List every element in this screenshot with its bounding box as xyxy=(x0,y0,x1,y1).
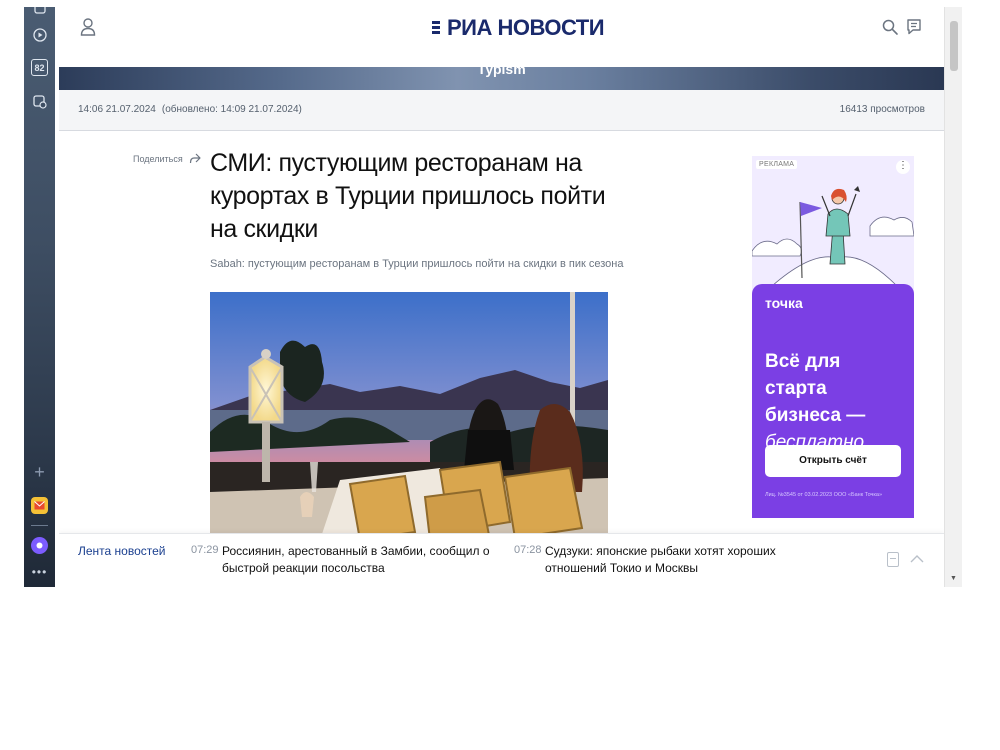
page-scrollbar[interactable]: ▼ xyxy=(944,7,962,587)
logo-text: РИА НОВОСТИ xyxy=(447,15,605,40)
published-time: 14:06 21.07.2024 xyxy=(78,104,156,115)
advertisement[interactable]: РЕКЛАМА ⋮ точка Всё для старта бизнеса —… xyxy=(752,156,914,518)
ticker-item-headline[interactable]: Россиянин, арестованный в Замбии, сообщи… xyxy=(222,543,492,577)
news-feed-link[interactable]: Лента новостей xyxy=(78,544,166,558)
view-count: 16413 просмотров xyxy=(839,104,925,115)
chevron-up-icon[interactable] xyxy=(909,552,925,564)
banner-title: Турism xyxy=(477,67,526,77)
alice-assistant-icon[interactable] xyxy=(31,537,48,554)
site-header: РИА НОВОСТИ xyxy=(59,7,944,67)
video-play-icon[interactable] xyxy=(31,26,48,43)
ticker-item-headline[interactable]: Судзуки: японские рыбаки хотят хороших о… xyxy=(545,543,815,577)
share-button[interactable]: Поделиться xyxy=(133,153,201,164)
article-meta: 14:06 21.07.2024 (обновлено: 14:09 21.07.… xyxy=(59,90,944,131)
ad-illustration xyxy=(752,156,914,286)
more-icon[interactable]: ••• xyxy=(31,563,48,580)
ad-headline: Всё для старта бизнеса — бесплатно xyxy=(765,348,905,456)
ad-label: РЕКЛАМА xyxy=(756,160,798,169)
article-subtitle: Sabah: пустующим ресторанам в Турции при… xyxy=(210,258,624,270)
ad-menu-icon[interactable]: ⋮ xyxy=(896,160,910,174)
user-icon[interactable] xyxy=(79,17,97,37)
category-banner[interactable]: Турism xyxy=(59,67,944,90)
mail-icon[interactable] xyxy=(31,497,48,514)
article-date: 14:06 21.07.2024 (обновлено: 14:09 21.07.… xyxy=(78,104,302,115)
web-page: РИА НОВОСТИ Турism 14:06 21.07.2024 (обно… xyxy=(59,7,944,587)
ticker-item-time: 07:29 xyxy=(191,544,219,556)
add-panel-icon[interactable]: + xyxy=(31,462,48,482)
scrollbar-thumb[interactable] xyxy=(950,21,958,71)
share-label: Поделиться xyxy=(133,153,183,164)
news-ticker: Лента новостей 07:29 Россиянин, арестова… xyxy=(59,533,944,587)
site-logo[interactable]: РИА НОВОСТИ xyxy=(421,13,605,43)
counter-badge[interactable]: 82 xyxy=(31,59,48,76)
sidebar-divider xyxy=(31,525,48,526)
search-icon[interactable] xyxy=(881,18,899,36)
ad-legal-text: Лиц. №3545 от 03.02.2023 ООО «Банк Точка… xyxy=(765,492,883,498)
share-arrow-icon xyxy=(189,153,201,164)
logo-emblem-icon xyxy=(421,18,440,38)
article-photo[interactable] xyxy=(210,292,608,540)
scroll-down-arrow-icon[interactable]: ▼ xyxy=(950,575,957,582)
browser-sidebar: 82 + ••• xyxy=(24,7,55,587)
browser-window: 82 + ••• РИА НОВОСТИ Турism 14:06 21.07.… xyxy=(24,7,962,587)
minimize-icon[interactable] xyxy=(887,552,899,567)
ad-headline-text: Всё для старта бизнеса — xyxy=(765,351,866,426)
sidebar-tab-icon[interactable] xyxy=(31,7,48,16)
screenshot-icon[interactable] xyxy=(31,93,48,110)
article-title: СМИ: пустующим ресторанам на курортах в … xyxy=(210,149,606,243)
ad-brand: точка xyxy=(765,295,803,311)
open-account-button[interactable]: Открыть счёт xyxy=(765,445,901,477)
chat-icon[interactable] xyxy=(905,18,923,36)
updated-time: (обновлено: 14:09 21.07.2024) xyxy=(161,104,302,115)
ticker-item-time: 07:28 xyxy=(514,544,542,556)
